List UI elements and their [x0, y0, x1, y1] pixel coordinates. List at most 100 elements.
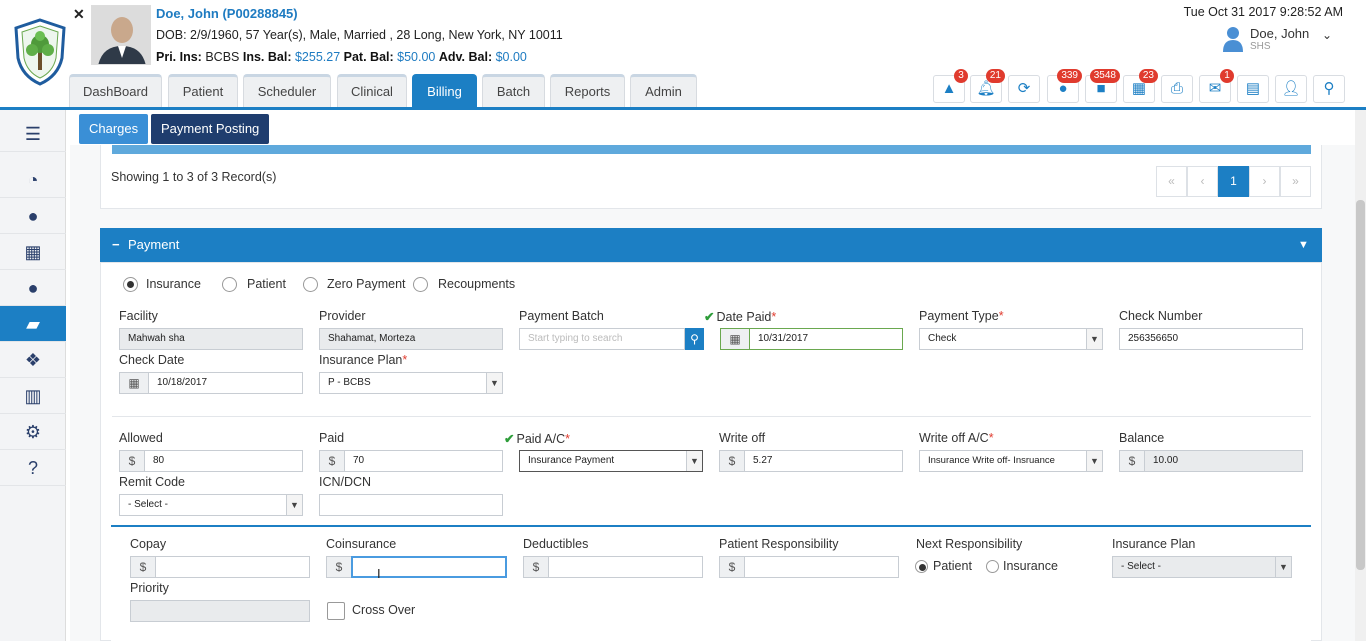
tab-billing[interactable]: Billing: [412, 74, 477, 108]
info-button[interactable]: ● 339: [1047, 69, 1082, 103]
provider-field[interactable]: Shahamat, Morteza: [319, 328, 503, 350]
messages-button[interactable]: ✉ 1: [1199, 69, 1234, 103]
dollar-icon: $: [1119, 450, 1145, 472]
alerts-button[interactable]: ▲ 3: [933, 69, 968, 103]
dollar-icon: $: [119, 450, 145, 472]
tab-scheduler[interactable]: Scheduler: [243, 74, 331, 108]
collapse-icon[interactable]: −: [112, 228, 120, 262]
print-button[interactable]: ⎙: [1161, 75, 1193, 103]
resp-insurance-plan-select[interactable]: - Select - ▼: [1112, 556, 1292, 578]
caret-down-icon[interactable]: ▼: [1298, 228, 1309, 262]
payment-posting-button[interactable]: Payment Posting: [151, 114, 270, 144]
printer-icon: ⎙: [1170, 80, 1183, 97]
deductibles-input[interactable]: [548, 556, 703, 578]
payment-type-select[interactable]: Check ▼: [919, 328, 1103, 350]
refresh-button[interactable]: ⟳: [1008, 75, 1040, 103]
calendar-icon[interactable]: ▦: [119, 372, 149, 394]
paid-input[interactable]: 70: [344, 450, 503, 472]
icn-dcn-input[interactable]: [319, 494, 503, 516]
check-date-label: Check Date: [119, 353, 185, 367]
page-first-button[interactable]: «: [1156, 166, 1187, 197]
priority-field[interactable]: [130, 600, 310, 622]
page-prev-button[interactable]: ‹: [1187, 166, 1218, 197]
payer-recoupments-label: Recoupments: [438, 277, 516, 291]
write-off-ac-select[interactable]: Insurance Write off- Insruance ▼: [919, 450, 1103, 472]
tab-dashboard[interactable]: DashBoard: [69, 74, 162, 108]
priority-label: Priority: [130, 581, 169, 595]
payer-patient-radio[interactable]: [222, 277, 237, 292]
page-scrollbar-thumb[interactable]: [1356, 200, 1365, 570]
cross-over-checkbox[interactable]: [327, 602, 345, 620]
batch-search-icon[interactable]: ⚲: [685, 328, 704, 350]
facility-field[interactable]: Mahwah sha: [119, 328, 303, 350]
clinical-person-icon[interactable]: ●: [0, 270, 66, 306]
page-last-button[interactable]: »: [1280, 166, 1311, 197]
pri-ins-value: BCBS: [205, 50, 240, 64]
search-button[interactable]: ⚲: [1313, 75, 1345, 103]
coinsurance-input[interactable]: [351, 556, 507, 578]
payer-recoupments-radio[interactable]: [413, 277, 428, 292]
coinsurance-label: Coinsurance: [326, 537, 397, 551]
charges-button[interactable]: Charges: [79, 114, 149, 144]
add-user-button[interactable]: 👤︎: [1275, 75, 1307, 103]
copay-input[interactable]: [155, 556, 310, 578]
payment-batch-label: Payment Batch: [519, 309, 604, 323]
next-resp-patient-radio[interactable]: [915, 560, 928, 573]
patient-photo: [91, 5, 151, 65]
card-button[interactable]: ▤: [1237, 75, 1269, 103]
tab-reports[interactable]: Reports: [550, 74, 625, 108]
payment-batch-input[interactable]: Start typing to search: [519, 328, 685, 350]
reports-chart-icon[interactable]: ▥: [0, 378, 66, 414]
batch-cubes-icon[interactable]: ❖: [0, 342, 66, 378]
calendar-icon[interactable]: ▦: [720, 328, 750, 350]
allowed-input[interactable]: 80: [144, 450, 303, 472]
allowed-label: Allowed: [119, 431, 163, 445]
check-number-input[interactable]: 256356650: [1119, 328, 1303, 350]
scheduler-calendar-icon[interactable]: ▦: [0, 234, 66, 270]
next-resp-insurance-label: Insurance: [1003, 559, 1058, 573]
notifications-button[interactable]: 🔔︎ 21: [970, 69, 1005, 103]
tab-batch[interactable]: Batch: [482, 74, 545, 108]
menu-toggle-icon[interactable]: ☰: [0, 116, 66, 152]
facility-label: Facility: [119, 309, 158, 323]
insurance-plan-select[interactable]: P - BCBS ▼: [319, 372, 503, 394]
ins-bal-value: $255.27: [294, 50, 341, 64]
patient-responsibility-input[interactable]: [744, 556, 899, 578]
next-resp-insurance-radio[interactable]: [986, 560, 999, 573]
user-menu[interactable]: Doe, John SHS ⌄: [1222, 26, 1342, 56]
close-patient-icon[interactable]: ✕: [73, 6, 85, 23]
payer-zero-payment-radio[interactable]: [303, 277, 318, 292]
tab-clinical[interactable]: Clinical: [337, 74, 407, 108]
balance-label: Balance: [1119, 431, 1165, 445]
insurance-plan-label: Insurance Plan*: [319, 353, 408, 367]
check-date-input[interactable]: 10/18/2017: [148, 372, 303, 394]
help-question-icon[interactable]: ?: [0, 450, 66, 486]
add-user-icon: 👤︎: [1281, 80, 1301, 97]
payer-insurance-radio[interactable]: [123, 277, 138, 292]
tab-patient[interactable]: Patient: [168, 74, 238, 108]
dollar-icon: $: [130, 556, 156, 578]
patient-person-icon[interactable]: ●: [0, 198, 66, 234]
paid-label: Paid: [319, 431, 345, 445]
calendar-button[interactable]: ▦ 23: [1123, 69, 1158, 103]
payment-section-header[interactable]: − Payment ▼: [100, 228, 1322, 262]
write-off-input[interactable]: 5.27: [744, 450, 903, 472]
remit-code-select[interactable]: - Select - ▼: [119, 494, 303, 516]
admin-gears-icon[interactable]: ⚙: [0, 414, 66, 450]
paid-ac-select[interactable]: Insurance Payment ▼: [519, 450, 703, 472]
page-next-button[interactable]: ›: [1249, 166, 1280, 197]
provider-label: Provider: [319, 309, 366, 323]
dollar-icon: $: [319, 450, 345, 472]
page-current-button[interactable]: 1: [1218, 166, 1249, 197]
tasks-button[interactable]: ■ 3548: [1085, 69, 1120, 103]
billing-book-icon[interactable]: ▰: [0, 306, 66, 342]
messages-badge: 1: [1220, 69, 1234, 83]
date-paid-input[interactable]: 10/31/2017: [749, 328, 903, 350]
chevron-down-icon: ▼: [1086, 451, 1102, 471]
patient-name-link[interactable]: Doe, John (P00288845): [156, 6, 298, 21]
dashboard-gauge-icon[interactable]: ◔: [0, 162, 66, 198]
chevron-down-icon[interactable]: ⌄: [1322, 28, 1332, 42]
balance-field[interactable]: 10.00: [1144, 450, 1303, 472]
tab-admin[interactable]: Admin: [630, 74, 697, 108]
cross-over-label: Cross Over: [352, 603, 416, 617]
